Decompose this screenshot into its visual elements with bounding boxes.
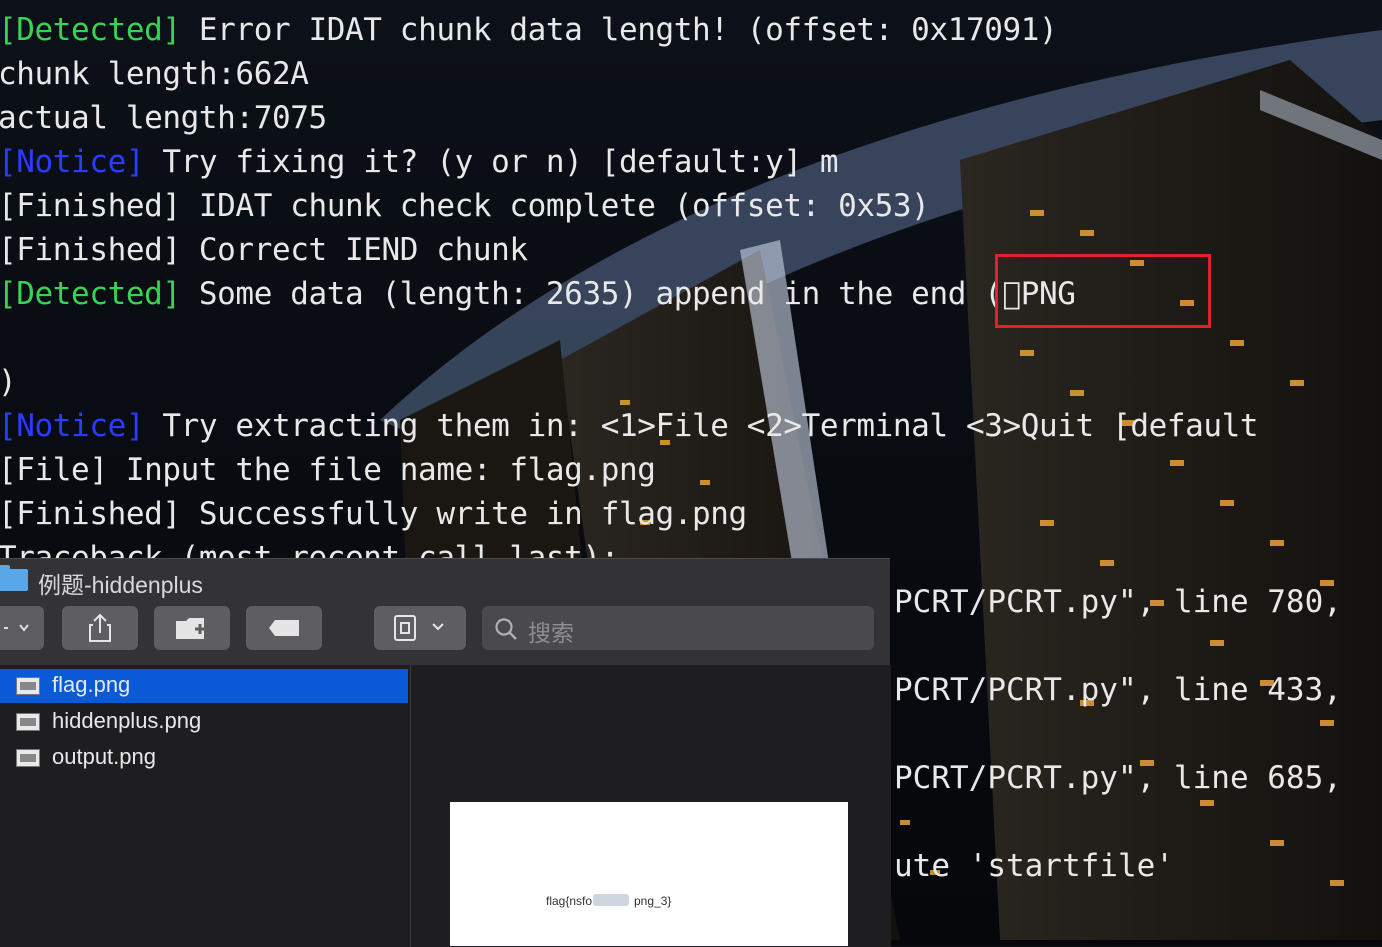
chevron-down-icon: [4, 624, 29, 632]
new-folder-icon: [176, 618, 205, 639]
search-input[interactable]: 搜索: [482, 606, 874, 650]
terminal-line: PCRT/PCRT.py", line 433,: [894, 672, 1342, 708]
file-item-output[interactable]: output.png: [0, 741, 408, 775]
file-list: flag.png hiddenplus.png output.png: [0, 665, 410, 947]
title-bar[interactable]: 例题-hiddenplus: [0, 559, 890, 601]
view-menu-button[interactable]: [0, 606, 44, 650]
redacted-region: [593, 894, 629, 906]
image-preview: flag{nsfo png_3}: [450, 802, 848, 946]
image-file-icon: [16, 713, 40, 731]
terminal-line: [Detected] Some data (length: 2635) appe…: [0, 276, 1076, 312]
terminal-line: [Detected] Error IDAT chunk data length!…: [0, 12, 1058, 48]
terminal-line: PCRT/PCRT.py", line 685,: [894, 760, 1342, 796]
file-name: output.png: [52, 744, 156, 769]
file-item-flag[interactable]: flag.png: [0, 669, 408, 703]
terminal-line: actual length:7075: [0, 100, 327, 136]
action-icon: [394, 615, 444, 641]
tag-button[interactable]: [246, 606, 322, 650]
file-item-hiddenplus[interactable]: hiddenplus.png: [0, 705, 408, 739]
action-menu-button[interactable]: [374, 606, 466, 650]
search-placeholder: 搜索: [528, 620, 574, 646]
share-icon: [89, 613, 111, 642]
file-name: flag.png: [52, 672, 131, 697]
terminal-line: ute 'startfile': [894, 848, 1174, 884]
preview-flag-text-right: png_3}: [634, 894, 672, 908]
terminal-line: [Notice] Try extracting them in: <1>File…: [0, 408, 1259, 444]
terminal-line: [Notice] Try fixing it? (y or n) [defaul…: [0, 144, 839, 180]
terminal-line: ): [0, 360, 17, 404]
image-file-icon: [16, 749, 40, 767]
terminal-line: [Finished] Successfully write in flag.pn…: [0, 496, 747, 532]
terminal-line: [Finished] IDAT chunk check complete (of…: [0, 188, 930, 224]
search-icon: [495, 618, 517, 640]
tag-icon: [269, 620, 299, 636]
image-file-icon: [16, 677, 40, 695]
preview-flag-text-left: flag{nsfo: [546, 894, 593, 908]
terminal-line: chunk length:662A: [0, 56, 309, 92]
new-folder-button[interactable]: [154, 606, 230, 650]
share-button[interactable]: [62, 606, 138, 650]
file-name: hiddenplus.png: [52, 708, 202, 733]
highlight-box: [995, 254, 1211, 328]
window-title: 例题-hiddenplus: [38, 572, 203, 598]
folder-icon: [0, 565, 28, 591]
toolbar: 搜索: [0, 601, 890, 666]
terminal-line: PCRT/PCRT.py", line 780,: [894, 584, 1342, 620]
terminal-line: [Finished] Correct IEND chunk: [0, 232, 528, 268]
terminal-line: [File] Input the file name: flag.png: [0, 452, 656, 488]
